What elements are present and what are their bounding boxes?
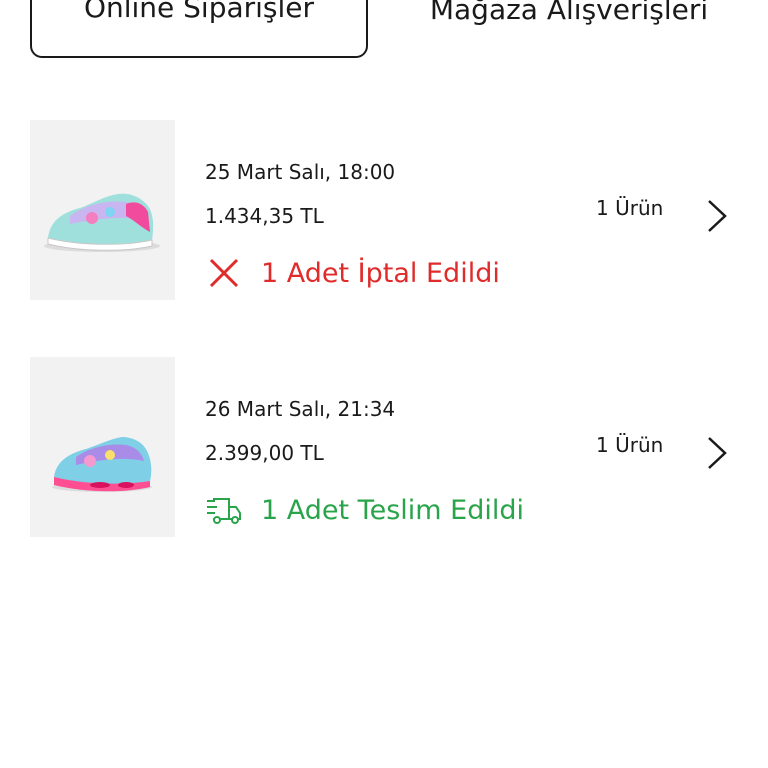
order-price: 1.434,35 TL: [205, 204, 324, 228]
order-item-count: 1 Ürün: [596, 433, 664, 457]
order-item-count: 1 Ürün: [596, 196, 664, 220]
product-image: [30, 120, 175, 300]
order-status: 1 Adet İptal Edildi: [205, 254, 500, 292]
order-status-label: 1 Adet İptal Edildi: [261, 257, 500, 289]
order-date: 25 Mart Salı, 18:00: [205, 160, 396, 184]
tab-online-orders-label: Online Siparişler: [83, 0, 315, 24]
tab-store-purchases[interactable]: Mağaza Alışverişleri: [400, 0, 738, 58]
order-status-label: 1 Adet Teslim Edildi: [261, 494, 524, 526]
delivery-truck-icon: [207, 498, 241, 524]
close-icon: [209, 258, 239, 288]
order-price: 2.399,00 TL: [205, 441, 324, 465]
order-status: 1 Adet Teslim Edildi: [205, 491, 524, 529]
order-date: 26 Mart Salı, 21:34: [205, 397, 396, 421]
order-card[interactable]: 25 Mart Salı, 18:00 1.434,35 TL 1 Ürün 1…: [0, 120, 768, 300]
chevron-right-icon[interactable]: [704, 435, 730, 471]
product-image: [30, 357, 175, 537]
tab-store-purchases-label: Mağaza Alışverişleri: [429, 0, 709, 26]
chevron-right-icon[interactable]: [704, 198, 730, 234]
tab-online-orders[interactable]: Online Siparişler: [30, 0, 368, 58]
order-card[interactable]: 26 Mart Salı, 21:34 2.399,00 TL 1 Ürün 1…: [0, 357, 768, 537]
